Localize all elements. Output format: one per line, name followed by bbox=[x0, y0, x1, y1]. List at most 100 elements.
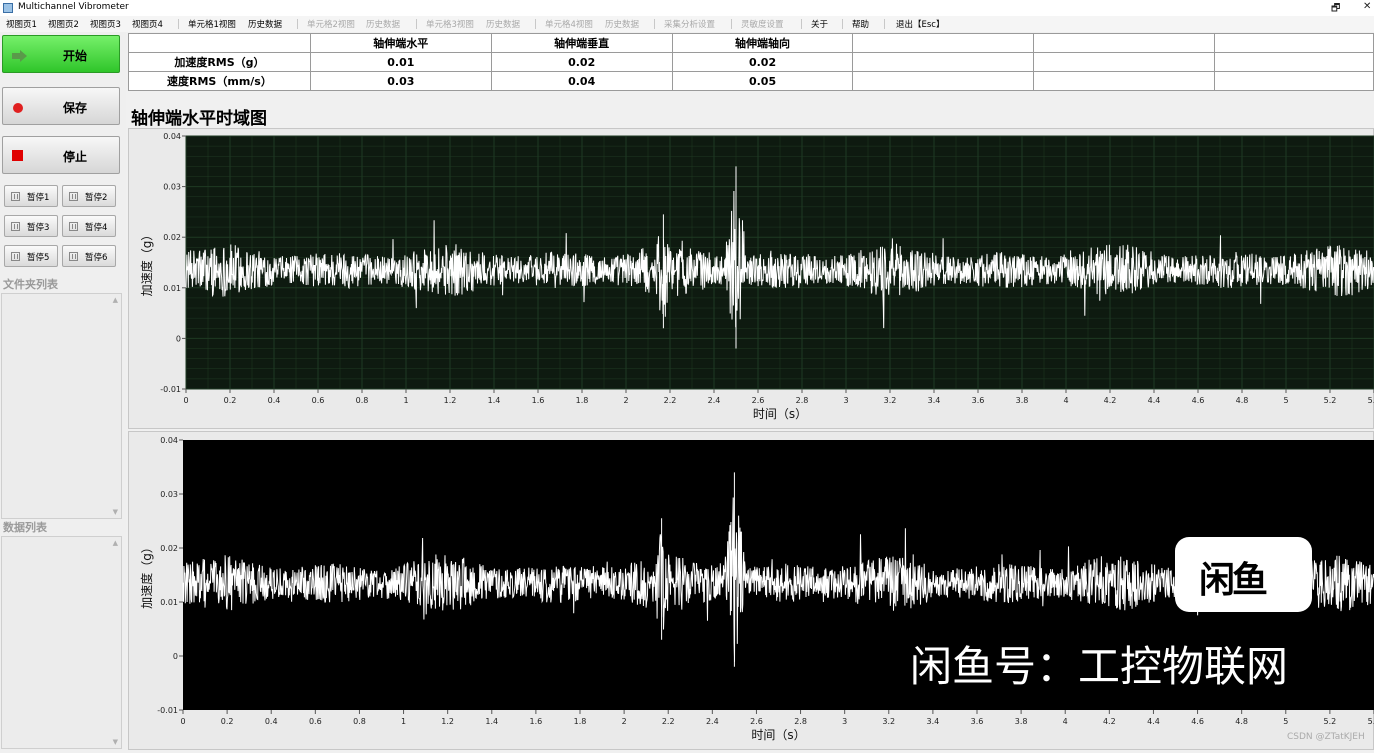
y-tick-label: 0.03 bbox=[163, 183, 181, 192]
x-tick-label: 4.4 bbox=[1147, 717, 1160, 726]
x-tick-label: 5.2 bbox=[1324, 396, 1337, 405]
menu-exit[interactable]: 退出【Esc】 bbox=[896, 18, 944, 30]
pause-3-button[interactable]: 暂停3 bbox=[4, 215, 58, 237]
menu-sensitivity-settings[interactable]: 灵敏度设置 bbox=[741, 18, 784, 30]
menu-cell-4-history[interactable]: 历史数据 bbox=[605, 18, 639, 30]
scroll-up-icon[interactable]: ▲ bbox=[113, 539, 118, 547]
menu-acquisition-settings[interactable]: 采集分析设置 bbox=[664, 18, 715, 30]
watermark-logo-text: 闲鱼 bbox=[1199, 560, 1268, 601]
table-cell: 0.04 bbox=[490, 71, 673, 91]
menu-cell-1-view[interactable]: 单元格1视图 bbox=[188, 18, 236, 30]
watermark-logo: 闲鱼 bbox=[1175, 537, 1312, 612]
menu-about[interactable]: 关于 bbox=[811, 18, 828, 30]
y-tick-label: 0.02 bbox=[160, 544, 178, 553]
pause-4-button[interactable]: 暂停4 bbox=[62, 215, 116, 237]
menu-cell-3-view[interactable]: 单元格3视图 bbox=[426, 18, 474, 30]
table-cell: 0.02 bbox=[671, 52, 854, 72]
pause-2-button[interactable]: 暂停2 bbox=[62, 185, 116, 207]
start-button[interactable]: 开始 bbox=[2, 35, 120, 73]
folder-list[interactable]: ▲ ▼ bbox=[1, 293, 122, 519]
menu-separator bbox=[535, 19, 536, 29]
menu-help[interactable]: 帮助 bbox=[852, 18, 869, 30]
menu-separator bbox=[654, 19, 655, 29]
pause-icon bbox=[11, 192, 20, 201]
x-tick-label: 3 bbox=[842, 717, 847, 726]
scroll-down-icon[interactable]: ▼ bbox=[113, 738, 118, 746]
pause-6-button[interactable]: 暂停6 bbox=[62, 245, 116, 267]
table-cell bbox=[852, 71, 1035, 91]
pause-5-button[interactable]: 暂停5 bbox=[4, 245, 58, 267]
x-tick-label: 0.8 bbox=[353, 717, 366, 726]
x-tick-label: 1.4 bbox=[488, 396, 501, 405]
table-cell: 0.03 bbox=[309, 71, 492, 91]
x-tick-label: 0 bbox=[183, 396, 188, 405]
menu-cell-4-view[interactable]: 单元格4视图 bbox=[545, 18, 593, 30]
stop-button[interactable]: 停止 bbox=[2, 136, 120, 174]
x-tick-label: 0.8 bbox=[356, 396, 369, 405]
menu-cell-2-history[interactable]: 历史数据 bbox=[366, 18, 400, 30]
table-header: 轴伸端轴向 bbox=[671, 33, 854, 53]
data-list[interactable]: ▲ ▼ bbox=[1, 536, 122, 749]
x-tick-label: 2.8 bbox=[794, 717, 807, 726]
menu-view-page-2[interactable]: 视图页2 bbox=[48, 18, 79, 30]
record-dot-icon bbox=[13, 103, 23, 113]
chart-title: 轴伸端水平时域图 bbox=[131, 109, 267, 129]
pause-icon bbox=[69, 252, 78, 261]
x-tick-label: 3.8 bbox=[1015, 717, 1028, 726]
x-tick-label: 4.8 bbox=[1236, 396, 1249, 405]
pause-icon bbox=[69, 222, 78, 231]
x-tick-label: 1.2 bbox=[444, 396, 457, 405]
x-tick-label: 5 bbox=[1283, 396, 1288, 405]
pause-2-label: 暂停2 bbox=[85, 193, 108, 203]
scroll-up-icon[interactable]: ▲ bbox=[113, 296, 118, 304]
pause-icon bbox=[11, 252, 20, 261]
arrow-right-icon bbox=[12, 50, 27, 62]
y-tick-label: 0.03 bbox=[160, 490, 178, 499]
menu-view-page-4[interactable]: 视图页4 bbox=[132, 18, 163, 30]
x-tick-label: 4 bbox=[1063, 717, 1068, 726]
x-tick-label: 2 bbox=[623, 396, 628, 405]
x-tick-label: 1 bbox=[401, 717, 406, 726]
table-cell: 0.02 bbox=[490, 52, 673, 72]
save-button[interactable]: 保存 bbox=[2, 87, 120, 125]
menu-view-page-1[interactable]: 视图页1 bbox=[6, 18, 37, 30]
menu-cell-1-history[interactable]: 历史数据 bbox=[248, 18, 282, 30]
scroll-down-icon[interactable]: ▼ bbox=[113, 508, 118, 516]
menu-separator bbox=[178, 19, 179, 29]
x-tick-label: 1.6 bbox=[530, 717, 543, 726]
x-tick-label: 5.4 bbox=[1368, 717, 1374, 726]
y-tick-label: 0.02 bbox=[163, 233, 181, 242]
x-tick-label: 1.2 bbox=[441, 717, 454, 726]
x-tick-label: 2.6 bbox=[750, 717, 763, 726]
menu-separator bbox=[884, 19, 885, 29]
folder-list-label: 文件夹列表 bbox=[3, 278, 58, 291]
table-header: 轴伸端水平 bbox=[309, 33, 492, 53]
table-header: 轴伸端垂直 bbox=[490, 33, 673, 53]
x-tick-label: 2.4 bbox=[706, 717, 719, 726]
menu-cell-3-history[interactable]: 历史数据 bbox=[486, 18, 520, 30]
table-cell: 0.05 bbox=[671, 71, 854, 91]
save-label: 保存 bbox=[63, 101, 88, 115]
app-icon bbox=[3, 3, 13, 13]
x-tick-label: 1.6 bbox=[532, 396, 545, 405]
table-cell bbox=[1033, 71, 1216, 91]
close-icon[interactable]: ✕ bbox=[1363, 1, 1371, 12]
table-cell: 0.01 bbox=[309, 52, 492, 72]
table-header-row: 轴伸端水平 轴伸端垂直 轴伸端轴向 bbox=[128, 33, 1374, 53]
table-cell bbox=[1033, 52, 1216, 72]
control-panel: 开始 保存 停止 暂停1 暂停2 暂停3 暂停4 暂停5 暂停6 文件夹列表 ▲… bbox=[0, 32, 126, 750]
row-label: 加速度RMS（g） bbox=[128, 52, 311, 72]
x-tick-label: 0.4 bbox=[268, 396, 281, 405]
menu-separator bbox=[801, 19, 802, 29]
x-tick-label: 0.2 bbox=[224, 396, 237, 405]
menu-bar: 视图页1 视图页2 视图页3 视图页4 单元格1视图 历史数据 单元格2视图 历… bbox=[0, 16, 1374, 32]
menu-cell-2-view[interactable]: 单元格2视图 bbox=[307, 18, 355, 30]
x-tick-label: 2.4 bbox=[708, 396, 721, 405]
menu-view-page-3[interactable]: 视图页3 bbox=[90, 18, 121, 30]
y-axis-label: 加速度（g） bbox=[139, 229, 154, 297]
time-domain-chart-1[interactable]: 0.040.030.020.010-0.010 0.2 0.4 0.6 0.8 1 1.2 1… bbox=[129, 129, 1374, 429]
x-tick-label: 3.8 bbox=[1016, 396, 1029, 405]
pause-icon bbox=[69, 192, 78, 201]
x-axis-label: 时间（s） bbox=[753, 407, 807, 421]
pause-1-button[interactable]: 暂停1 bbox=[4, 185, 58, 207]
